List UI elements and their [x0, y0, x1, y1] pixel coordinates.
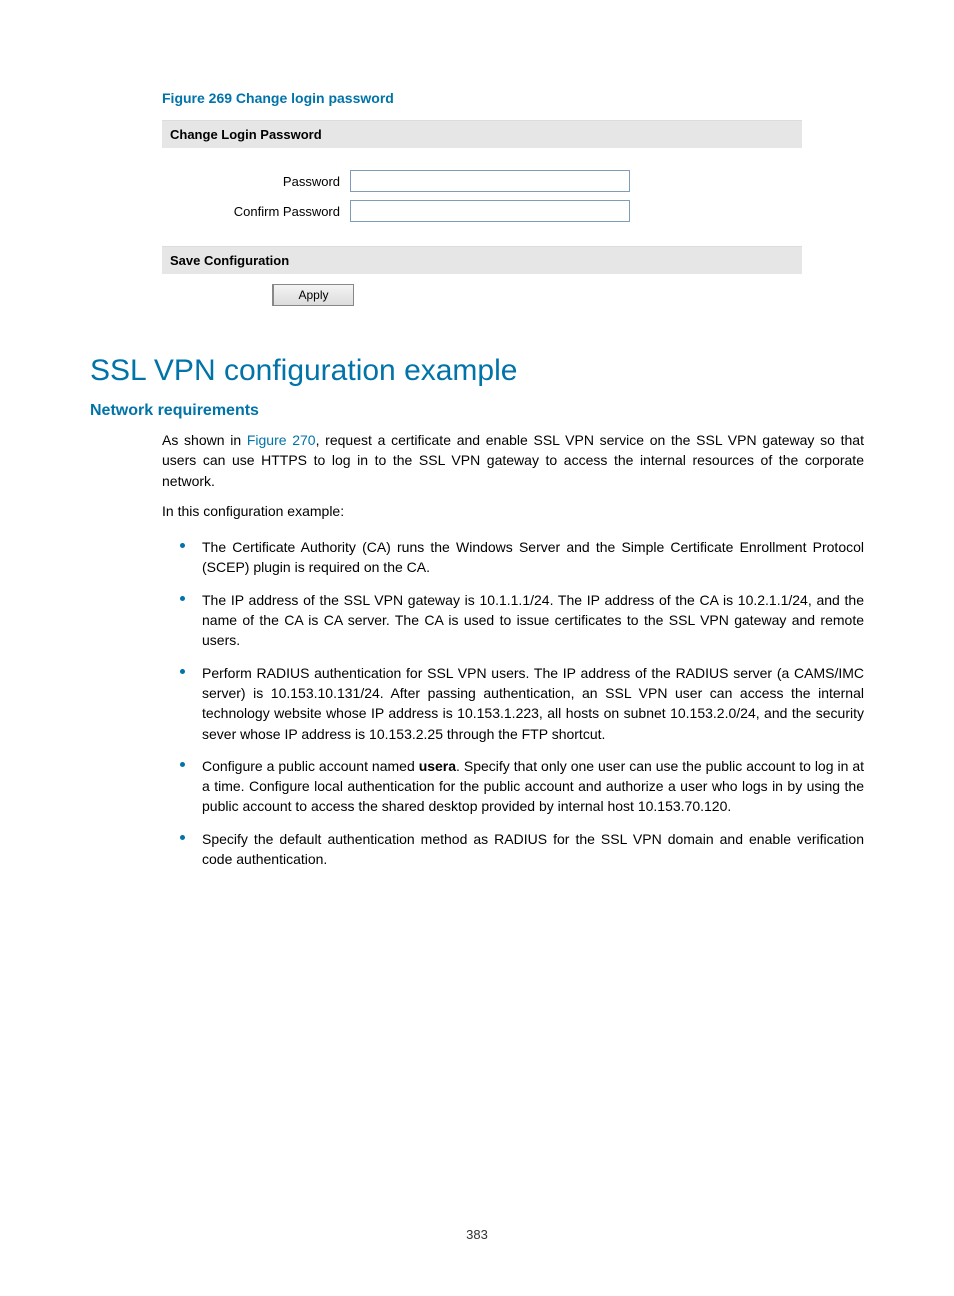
list-item: Perform RADIUS authentication for SSL VP… [180, 657, 864, 750]
intro-paragraph: As shown in Figure 270, request a certif… [162, 430, 864, 491]
figure-caption: Figure 269 Change login password [162, 90, 864, 106]
page-number: 383 [0, 1227, 954, 1242]
bullet4-pre: Configure a public account named [202, 758, 419, 774]
list-item: The IP address of the SSL VPN gateway is… [180, 584, 864, 657]
subsection-title: Network requirements [90, 402, 864, 420]
figure-ref-link[interactable]: Figure 270 [247, 432, 316, 448]
password-row: Password [170, 170, 794, 192]
change-password-header: Change Login Password [162, 120, 802, 148]
confirm-password-row: Confirm Password [170, 200, 794, 222]
password-label: Password [170, 174, 350, 189]
apply-row: Apply [162, 274, 802, 316]
confirm-password-label: Confirm Password [170, 204, 350, 219]
section-title: SSL VPN configuration example [90, 354, 864, 388]
apply-button[interactable]: Apply [272, 284, 354, 306]
bullet-list: The Certificate Authority (CA) runs the … [180, 531, 864, 875]
intro-paragraph-2: In this configuration example: [162, 501, 864, 521]
list-item: The Certificate Authority (CA) runs the … [180, 531, 864, 584]
confirm-password-input[interactable] [350, 200, 630, 222]
list-item: Configure a public account named usera. … [180, 750, 864, 823]
change-password-panel: Change Login Password Password Confirm P… [162, 120, 802, 316]
bullet4-bold: usera [419, 758, 456, 774]
change-password-body: Password Confirm Password [162, 148, 802, 246]
intro-pre: As shown in [162, 432, 247, 448]
list-item: Specify the default authentication metho… [180, 823, 864, 876]
save-config-header: Save Configuration [162, 246, 802, 274]
password-input[interactable] [350, 170, 630, 192]
